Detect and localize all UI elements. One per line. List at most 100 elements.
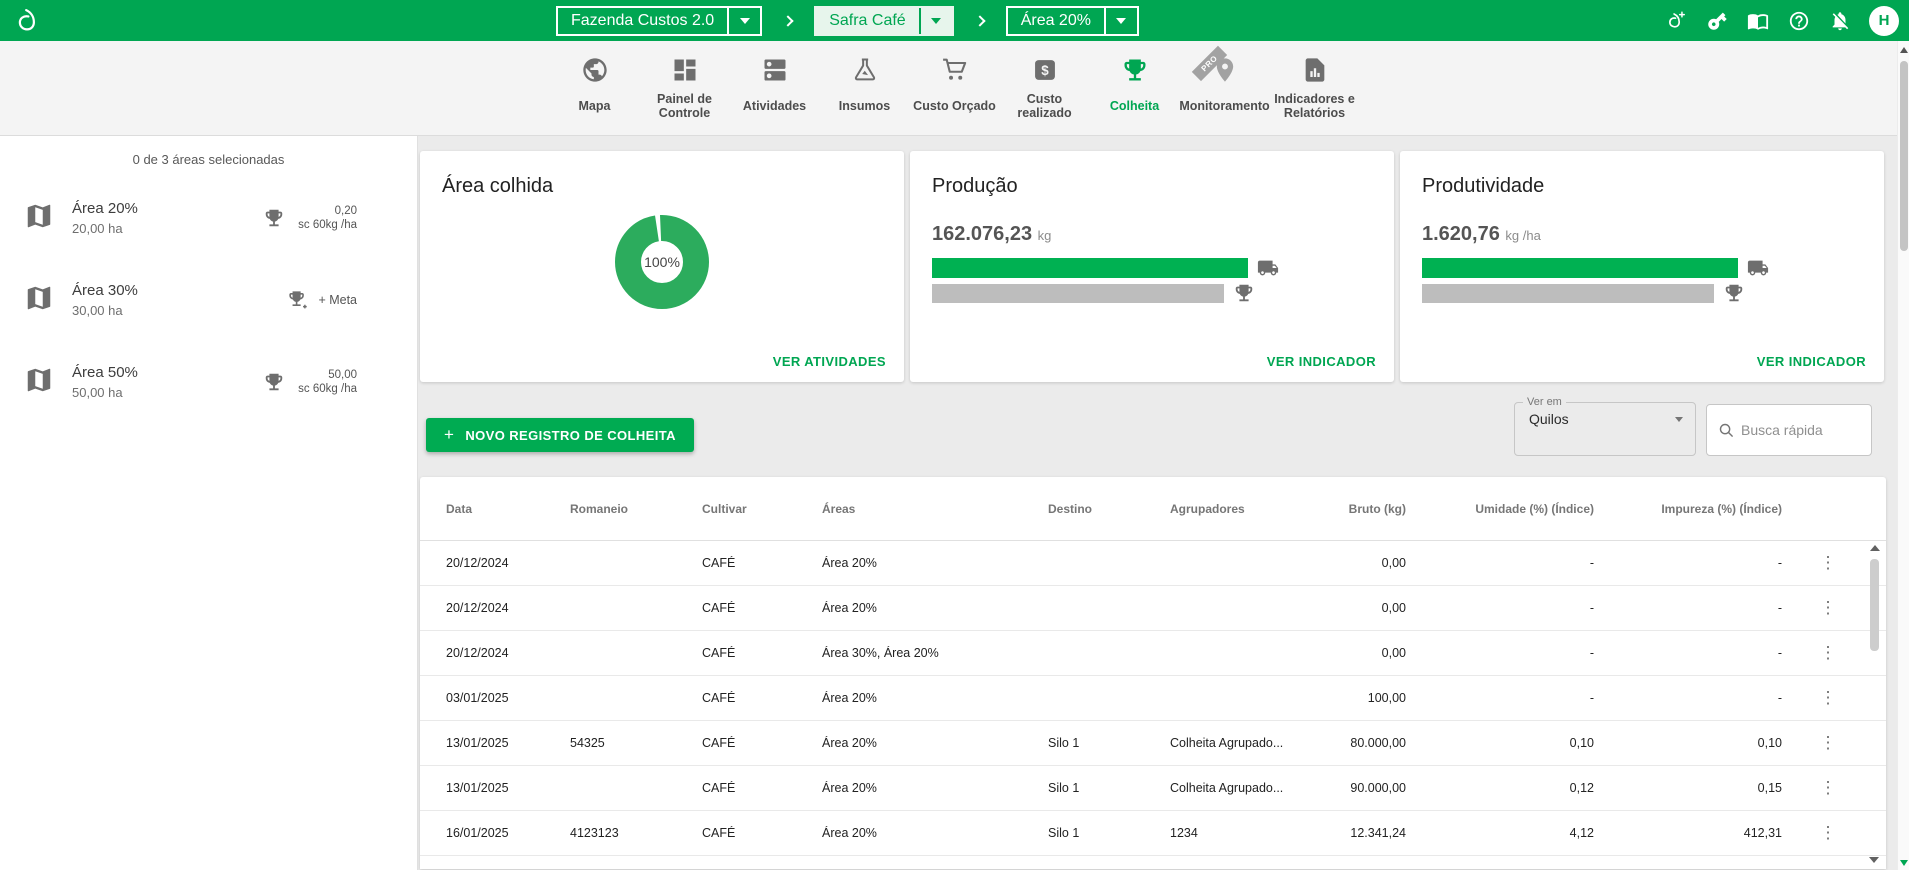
harvested-area-donut-chart: 100% — [614, 214, 710, 315]
table-cell: Silo 1 — [1048, 826, 1170, 840]
row-menu-button[interactable]: ⋮ — [1790, 598, 1866, 618]
goal-value: 0,20sc 60kg /ha — [295, 204, 357, 232]
flask-icon — [851, 55, 879, 85]
table-row[interactable]: 03/01/2025CAFÉÁrea 20%100,00--⋮ — [420, 676, 1886, 721]
add-farm-button[interactable] — [1664, 9, 1688, 33]
table-cell: CAFÉ — [702, 826, 822, 840]
card-title: Área colhida — [442, 175, 884, 198]
table-cell: CAFÉ — [702, 736, 822, 750]
nav-item-label: Custo realizado — [1002, 85, 1088, 135]
productivity-value: 1.620,76 kg /ha — [1422, 223, 1864, 246]
trophy-icon — [1121, 55, 1149, 85]
area-info: Área 30%30,00 ha — [72, 282, 286, 318]
nav-item-insumos[interactable]: Insumos — [820, 41, 910, 135]
nav-item-mapa[interactable]: Mapa — [550, 41, 640, 135]
row-menu-button[interactable]: ⋮ — [1790, 733, 1866, 753]
table-cell: 4123123 — [570, 826, 702, 840]
row-menu-button[interactable]: ⋮ — [1790, 553, 1866, 573]
table-cell: - — [1414, 646, 1602, 660]
table-row[interactable]: 20/12/2024CAFÉÁrea 30%, Área 20%0,00--⋮ — [420, 631, 1886, 676]
nav-item-custo-realizado[interactable]: $Custo realizado — [1000, 41, 1090, 135]
column-header: Bruto (kg) — [1310, 502, 1414, 516]
table-row[interactable]: 13/01/202554325CAFÉÁrea 20%Silo 1Colheit… — [420, 721, 1886, 766]
see-indicator-link[interactable]: VER INDICADOR — [1267, 354, 1376, 369]
module-nav-tabs: MapaPainel de ControleAtividades Insumos C… — [0, 41, 1909, 136]
table-row[interactable]: 16/01/20254123123CAFÉÁrea 20%Silo 112341… — [420, 811, 1886, 856]
table-cell: Silo 1 — [1048, 736, 1170, 750]
breadcrumb-chevron-icon — [783, 15, 794, 26]
nav-item-atividades[interactable]: Atividades — [730, 41, 820, 135]
table-cell: 20/12/2024 — [420, 556, 570, 570]
see-activities-link[interactable]: VER ATIVIDADES — [773, 354, 886, 369]
table-row[interactable]: 20/12/2024CAFÉÁrea 20%0,00--⋮ — [420, 586, 1886, 631]
view-in-label: Ver em — [1523, 396, 1566, 408]
table-cell: 90.000,00 — [1310, 781, 1414, 795]
nav-item-custo-orcado[interactable]: Custo Orçado — [910, 41, 1000, 135]
nav-item-label: Insumos — [839, 85, 890, 135]
column-header: Impureza (%) (Índice) — [1602, 502, 1790, 516]
production-value: 162.076,23 kg — [932, 223, 1374, 246]
areas-sidebar: 0 de 3 áreas selecionadas Área 20%20,00 … — [0, 136, 418, 870]
nav-item-label: Custo Orçado — [913, 85, 996, 135]
help-icon[interactable] — [1787, 9, 1811, 33]
table-cell: 03/01/2025 — [420, 691, 570, 705]
table-cell: 0,00 — [1310, 556, 1414, 570]
table-cell: - — [1414, 601, 1602, 615]
chevron-down-icon — [1675, 417, 1683, 422]
row-menu-button[interactable]: ⋮ — [1790, 823, 1866, 843]
scrollbar-thumb[interactable] — [1870, 559, 1879, 651]
area-list-item[interactable]: Área 50%50,00 ha50,00sc 60kg /ha — [0, 341, 417, 423]
table-cell: Área 20% — [822, 601, 1048, 615]
scroll-down-arrow-icon[interactable] — [1869, 857, 1879, 863]
nav-item-colheita[interactable]: Colheita — [1090, 41, 1180, 135]
production-progress — [932, 257, 1374, 304]
book-icon[interactable] — [1746, 9, 1770, 33]
nav-item-label: Painel de Controle — [642, 85, 728, 135]
page-scrollbar[interactable] — [1897, 41, 1909, 870]
nav-item-monitoramento[interactable]: PROMonitoramento — [1180, 41, 1270, 135]
user-avatar[interactable]: H — [1869, 6, 1899, 36]
scroll-down-arrow-icon[interactable] — [1900, 860, 1908, 866]
search-input[interactable] — [1741, 422, 1859, 438]
see-indicator-link[interactable]: VER INDICADOR — [1757, 354, 1866, 369]
add-goal-button[interactable]: + Meta — [286, 289, 357, 311]
view-in-select[interactable]: Ver em Quilos — [1514, 396, 1696, 456]
notifications-off-icon[interactable] — [1828, 9, 1852, 33]
table-row[interactable]: 13/01/2025CAFÉÁrea 20%Silo 1Colheita Agr… — [420, 766, 1886, 811]
area-list-item[interactable]: Área 20%20,00 ha0,20sc 60kg /ha — [0, 177, 417, 259]
productivity-unit: kg /ha — [1505, 228, 1540, 243]
area-select[interactable]: Área 20% — [1006, 6, 1139, 36]
cart-icon — [941, 55, 969, 85]
table-cell: - — [1602, 691, 1790, 705]
area-list-item[interactable]: Área 30%30,00 ha+ Meta — [0, 259, 417, 341]
dollar-square-icon: $ — [1031, 55, 1059, 85]
scrollbar-thumb[interactable] — [1900, 61, 1908, 251]
table-cell: CAFÉ — [702, 691, 822, 705]
table-scrollbar[interactable] — [1868, 545, 1881, 863]
table-cell: 0,00 — [1310, 601, 1414, 615]
areas-selection-summary: 0 de 3 áreas selecionadas — [0, 136, 417, 167]
row-menu-button[interactable]: ⋮ — [1790, 688, 1866, 708]
row-menu-button[interactable]: ⋮ — [1790, 778, 1866, 798]
farm-select[interactable]: Fazenda Custos 2.0 — [556, 6, 762, 36]
new-harvest-record-button[interactable]: + NOVO REGISTRO DE COLHEITA — [426, 418, 694, 452]
table-cell: - — [1602, 601, 1790, 615]
table-cell: 0,10 — [1602, 736, 1790, 750]
nav-item-painel-de-controle[interactable]: Painel de Controle — [640, 41, 730, 135]
table-row[interactable]: 20/12/2024CAFÉÁrea 20%0,00--⋮ — [420, 541, 1886, 586]
table-cell: 20/12/2024 — [420, 646, 570, 660]
scroll-up-arrow-icon[interactable] — [1900, 47, 1908, 53]
table-cell: - — [1414, 691, 1602, 705]
report-file-icon — [1301, 55, 1329, 85]
nav-item-indicadores-e-relatorios[interactable]: Indicadores e Relatórios — [1270, 41, 1360, 135]
season-select[interactable]: Safra Café — [814, 6, 953, 36]
area-goal: 0,20sc 60kg /ha — [263, 204, 357, 232]
table-cell: Área 20% — [822, 691, 1048, 705]
activity-cards-icon — [761, 55, 789, 85]
map-icon — [24, 365, 54, 400]
key-icon[interactable] — [1705, 9, 1729, 33]
row-menu-button[interactable]: ⋮ — [1790, 643, 1866, 663]
productivity-progress — [1422, 257, 1864, 304]
scroll-up-arrow-icon[interactable] — [1870, 545, 1880, 551]
harvest-records-table: DataRomaneioCultivarÁreasDestinoAgrupado… — [420, 477, 1886, 869]
